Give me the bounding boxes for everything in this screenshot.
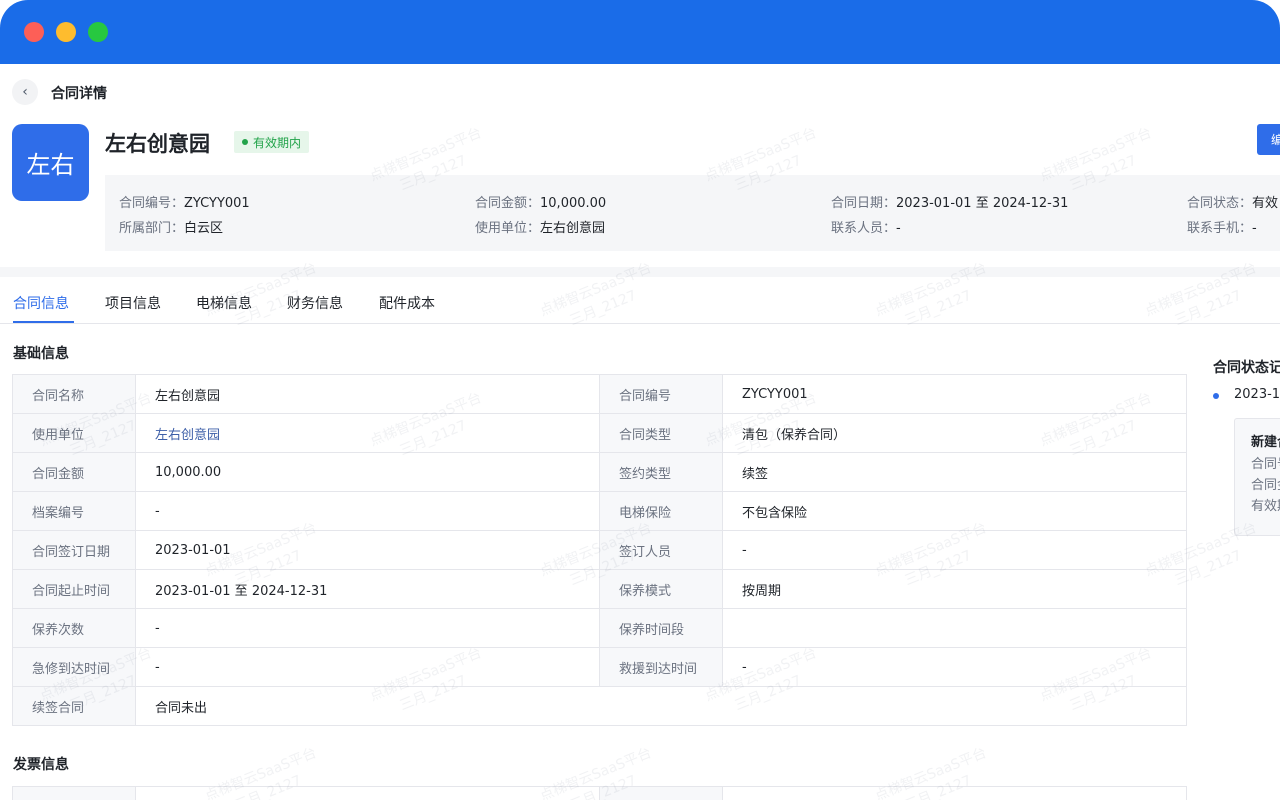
summary-unit: 使用单位：左右创意园: [475, 221, 606, 236]
summary-phone: 联系手机：-: [1187, 221, 1257, 236]
status-text: 有效期内: [253, 135, 302, 150]
invoice-info-title: 发票信息: [13, 757, 69, 773]
table-row: 合同起止时间 2023-01-01 至 2024-12-31 保养模式 按周期: [12, 569, 1187, 609]
chevron-left-icon: ‹: [22, 84, 28, 100]
table-row: 使用单位 左右创意园 合同类型 清包（保养合同）: [12, 413, 1187, 453]
table-row: 合同签订日期 2023-01-01 签订人员 -: [12, 530, 1187, 570]
field-value: -: [135, 491, 600, 531]
field-value: -: [722, 647, 1187, 687]
summary-contract-no: 合同编号：ZYCYY001: [119, 196, 250, 211]
timeline-card: 新建合 合同号 合同金 有效期: [1234, 418, 1280, 536]
field-label: 档案编号: [12, 491, 136, 531]
table-row: 合同金额 10,000.00 签约类型 续签: [12, 452, 1187, 492]
field-value: -: [722, 530, 1187, 570]
status-badge: 有效期内: [234, 131, 310, 153]
tab-bar: 合同信息 项目信息 电梯信息 财务信息 配件成本: [0, 277, 1280, 324]
field-label: 续签合同: [12, 686, 136, 726]
main-content: ‹ 合同详情 左右 左右创意园 有效期内 编 合同编号：ZYCYY001 合同金…: [0, 64, 1280, 800]
table-row: 档案编号 - 电梯保险 不包含保险: [12, 491, 1187, 531]
tab-elevator-info[interactable]: 电梯信息: [196, 293, 252, 313]
field-label: 合同编号: [599, 374, 723, 414]
field-label: 合同金额: [12, 452, 136, 492]
field-label: 签订人员: [599, 530, 723, 570]
field-label: 保养模式: [599, 569, 723, 609]
field-value: 合同未出: [135, 686, 1187, 726]
tab-parts-cost[interactable]: 配件成本: [379, 293, 435, 313]
field-value: -: [135, 647, 600, 687]
field-label: 合同签订日期: [12, 530, 136, 570]
timeline-date: 2023-1: [1234, 387, 1280, 402]
field-value: 按周期: [722, 569, 1187, 609]
tab-finance-info[interactable]: 财务信息: [287, 293, 343, 313]
field-label: [12, 786, 136, 800]
timeline-card-line: 合同号: [1251, 457, 1280, 472]
basic-info-title: 基础信息: [13, 346, 69, 362]
field-value: [722, 608, 1187, 648]
field-value: [135, 786, 600, 800]
table-row: 急修到达时间 - 救援到达时间 -: [12, 647, 1187, 687]
field-label: 保养时间段: [599, 608, 723, 648]
field-value: ZYCYY001: [722, 374, 1187, 414]
field-label: 救援到达时间: [599, 647, 723, 687]
project-logo: 左右: [12, 124, 89, 201]
field-label: 合同名称: [12, 374, 136, 414]
timeline-card-line: 有效期: [1251, 499, 1280, 514]
field-label: 合同起止时间: [12, 569, 136, 609]
field-label: 电梯保险: [599, 491, 723, 531]
section-divider: [0, 267, 1280, 277]
timeline-card-title: 新建合: [1251, 435, 1280, 450]
field-label: 保养次数: [12, 608, 136, 648]
maximize-window-button[interactable]: [88, 22, 108, 42]
field-label: 使用单位: [12, 413, 136, 453]
field-label: [599, 786, 723, 800]
tab-project-info[interactable]: 项目信息: [105, 293, 161, 313]
minimize-window-button[interactable]: [56, 22, 76, 42]
page-title: 合同详情: [51, 86, 107, 102]
field-label: 合同类型: [599, 413, 723, 453]
field-value: 清包（保养合同）: [722, 413, 1187, 453]
timeline-card-line: 合同金: [1251, 478, 1280, 493]
summary-panel: 合同编号：ZYCYY001 合同金额：10,000.00 合同日期：2023-0…: [105, 175, 1280, 251]
close-window-button[interactable]: [24, 22, 44, 42]
table-row: [12, 786, 1187, 800]
summary-dept: 所属部门：白云区: [119, 221, 224, 236]
summary-contact: 联系人员：-: [831, 221, 901, 236]
summary-amount: 合同金额：10,000.00: [475, 196, 607, 211]
use-unit-link[interactable]: 左右创意园: [135, 413, 600, 453]
field-value: 2023-01-01 至 2024-12-31: [135, 569, 600, 609]
invoice-info-table: [12, 786, 1187, 800]
edit-button-label: 编: [1271, 133, 1280, 147]
basic-info-table: 合同名称 左右创意园 合同编号 ZYCYY001 使用单位 左右创意园 合同类型…: [12, 374, 1187, 726]
project-name: 左右创意园: [105, 132, 210, 156]
field-label: 签约类型: [599, 452, 723, 492]
status-record-title: 合同状态记: [1213, 360, 1280, 376]
table-row: 保养次数 - 保养时间段: [12, 608, 1187, 648]
field-value: 不包含保险: [722, 491, 1187, 531]
status-dot-icon: [242, 139, 248, 145]
tab-contract-info[interactable]: 合同信息: [13, 293, 69, 313]
active-tab-indicator: [13, 321, 74, 323]
field-label: 急修到达时间: [12, 647, 136, 687]
summary-state: 合同状态：有效: [1187, 196, 1279, 211]
field-value: -: [135, 608, 600, 648]
field-value: 续签: [722, 452, 1187, 492]
table-row: 续签合同 合同未出: [12, 686, 1187, 726]
edit-button[interactable]: 编: [1257, 124, 1280, 155]
field-value: 2023-01-01: [135, 530, 600, 570]
field-value: [722, 786, 1187, 800]
window-titlebar: [0, 0, 1280, 64]
table-row: 合同名称 左右创意园 合同编号 ZYCYY001: [12, 374, 1187, 414]
field-value: 左右创意园: [135, 374, 600, 414]
field-value: 10,000.00: [135, 452, 600, 492]
timeline-dot-icon: [1213, 393, 1219, 399]
back-button[interactable]: ‹: [12, 79, 38, 105]
summary-date: 合同日期：2023-01-01 至 2024-12-31: [831, 196, 1069, 211]
